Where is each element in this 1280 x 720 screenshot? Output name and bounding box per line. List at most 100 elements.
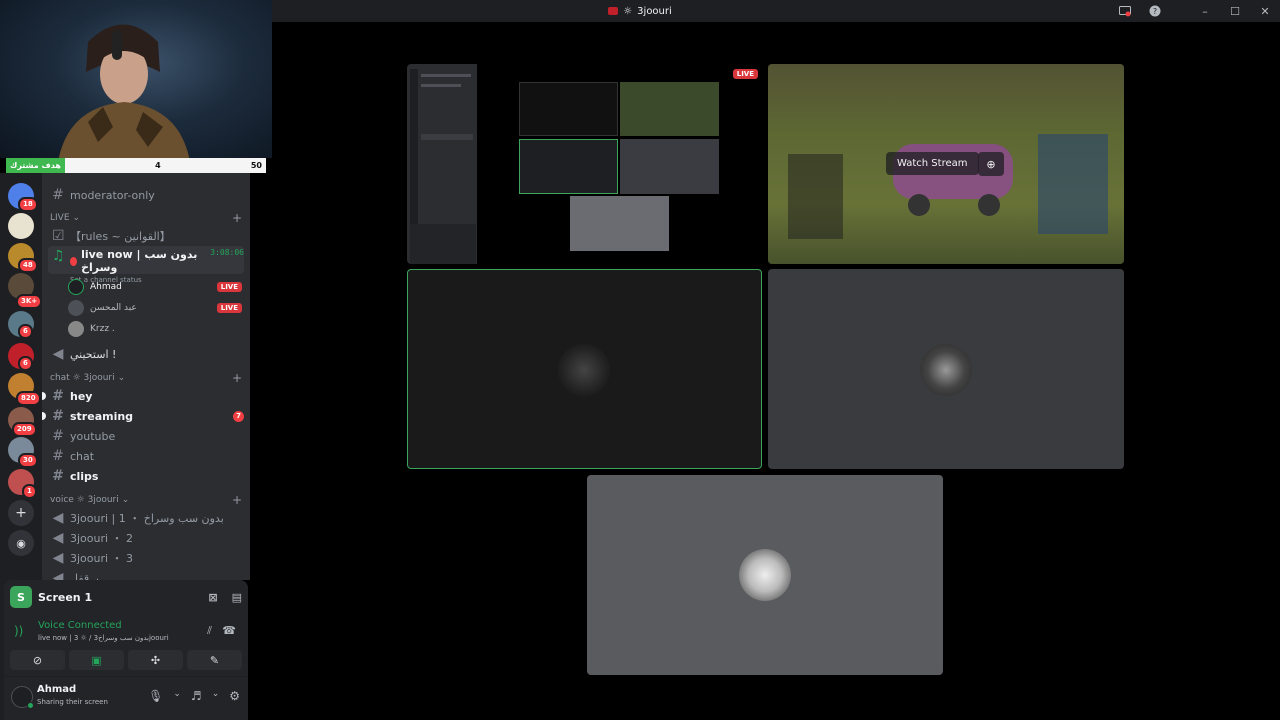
- server-icon[interactable]: [8, 213, 34, 239]
- channel-streaming[interactable]: # streaming 7: [48, 406, 244, 426]
- channel-list: # moderator-only LIVE ⌄ + ☑ 【rules ~ الق…: [42, 173, 250, 580]
- server-badge: 6: [18, 356, 33, 371]
- add-server-icon[interactable]: +: [8, 500, 34, 526]
- watch-stream-button[interactable]: Watch Stream: [886, 152, 979, 175]
- channel-name: 3joouri ・ 2: [70, 532, 134, 545]
- channel-hey[interactable]: # hey: [48, 386, 244, 406]
- stream-tile-other[interactable]: Watch Stream ⊕: [768, 64, 1124, 264]
- server-badge: 30: [18, 453, 38, 468]
- voice-channel[interactable]: ◀︎ 3joouri | 1 ・ بدون سب وسراخ: [48, 508, 244, 528]
- user-status: Sharing their screen: [37, 698, 108, 706]
- stream-settings-icon[interactable]: ▤: [232, 591, 242, 604]
- headphones-icon[interactable]: ♬: [191, 689, 202, 703]
- stop-stream-icon[interactable]: ⊠: [208, 591, 217, 604]
- channel-rules[interactable]: ☑ 【rules ~ القوانين】: [48, 226, 244, 246]
- category-chat[interactable]: chat ☼ 3joouri ⌄ +: [50, 371, 242, 385]
- add-channel-icon[interactable]: +: [232, 211, 242, 225]
- gear-icon: ☼: [623, 5, 633, 17]
- channel-moderator-only[interactable]: # moderator-only: [48, 185, 244, 205]
- maximize-icon[interactable]: ☐: [1220, 0, 1250, 22]
- user-panel: S Screen 1 ⊠ ▤ )) Voice Connected live n…: [4, 580, 248, 720]
- streamer-figure: [58, 24, 190, 158]
- chevron-down-icon: ⌄: [117, 373, 126, 383]
- speaker-icon: ◀︎: [52, 346, 64, 362]
- channel-youtube[interactable]: # youtube: [48, 426, 244, 446]
- hash-icon: #: [52, 187, 64, 203]
- voice-channel[interactable]: ◀︎ 3joouri ・ 3: [48, 548, 244, 568]
- voice-user[interactable]: عبد المحسن LIVE: [68, 299, 242, 317]
- minimize-icon[interactable]: –: [1190, 0, 1220, 22]
- voice-user[interactable]: Krzz .: [68, 320, 242, 338]
- voice-channel-label: live now | 3 ☼ / بدون سب وسراخ3joouri: [38, 634, 169, 642]
- channel-name: hey: [70, 389, 93, 403]
- speaker-icon: ◀︎: [52, 510, 64, 526]
- server-badge: 18: [18, 197, 38, 212]
- live-badge: LIVE: [732, 69, 758, 79]
- hash-icon: #: [52, 408, 64, 424]
- close-icon[interactable]: ✕: [1250, 0, 1280, 22]
- voice-channel-live[interactable]: ♫ live now | بدون سب وسراخ Set a channel…: [48, 246, 244, 284]
- user-name[interactable]: Ahmad: [37, 684, 76, 695]
- user-name: عبد المحسن: [90, 303, 137, 313]
- svg-text:?: ?: [1153, 7, 1157, 16]
- user-tile-3[interactable]: [587, 475, 943, 675]
- add-channel-icon[interactable]: +: [232, 493, 242, 507]
- category-voice[interactable]: voice ☼ 3joouri ⌄ +: [50, 493, 242, 507]
- soundboard-icon[interactable]: ✎: [187, 650, 242, 670]
- signal-icon[interactable]: )): [14, 624, 23, 638]
- noise-suppression-icon[interactable]: ⫽: [207, 624, 212, 638]
- server-badge: 1: [22, 484, 37, 499]
- screen-share-icon[interactable]: [1110, 0, 1140, 22]
- stream-tile-self[interactable]: LIVE: [407, 64, 762, 264]
- headphones-decor: [112, 30, 122, 60]
- activities-icon[interactable]: ✣: [128, 650, 183, 670]
- server-badge: 6: [18, 324, 33, 339]
- live-badge: LIVE: [216, 282, 242, 292]
- unread-indicator: [42, 392, 46, 400]
- chevron-down-icon[interactable]: ⌄: [212, 689, 220, 703]
- screen-label: Screen 1: [38, 590, 93, 604]
- speaker-icon: ◀︎: [52, 550, 64, 566]
- voice-channel[interactable]: ◀︎ 3joouri ・ 2: [48, 528, 244, 548]
- discover-icon[interactable]: ◉: [8, 530, 34, 556]
- user-tile-ahmad[interactable]: [407, 269, 762, 469]
- hash-icon: #: [52, 388, 64, 404]
- voice-status: )) Voice Connected live now | 3 ☼ / بدون…: [10, 618, 242, 648]
- goal-bar: هدف مشترك 4 50: [6, 158, 266, 173]
- add-channel-icon[interactable]: +: [232, 371, 242, 385]
- category-live[interactable]: LIVE ⌄ +: [50, 211, 242, 225]
- voice-user[interactable]: Ahmad LIVE: [68, 278, 242, 296]
- disconnect-icon[interactable]: ☎: [222, 624, 236, 637]
- avatar: [68, 279, 84, 295]
- popout-icon[interactable]: ⊕: [978, 152, 1004, 176]
- mention-badge: 7: [233, 410, 244, 422]
- channel-name: live now | بدون سب وسراخ: [81, 248, 198, 274]
- category-name: LIVE: [50, 213, 70, 223]
- server-badge: 820: [16, 391, 41, 406]
- settings-icon[interactable]: ⚙: [229, 689, 240, 703]
- camera-off-icon[interactable]: ⊘: [10, 650, 65, 670]
- channel-name: moderator-only: [70, 188, 155, 202]
- speaker-icon: ◀︎: [52, 570, 64, 580]
- hash-icon: #: [52, 428, 64, 444]
- voice-connected-label[interactable]: Voice Connected: [38, 620, 122, 631]
- hash-icon: #: [52, 468, 64, 484]
- chevron-down-icon[interactable]: ⌄: [173, 689, 181, 703]
- channel-name: youtube: [70, 429, 116, 443]
- voice-channel[interactable]: ◀︎ بـ قفل...: [48, 568, 244, 580]
- voice-channel-afk[interactable]: ◀︎ استحيني !: [48, 344, 244, 364]
- goal-target: 50: [250, 161, 262, 170]
- help-icon[interactable]: ?: [1140, 0, 1170, 22]
- screen-share-row: S Screen 1 ⊠ ▤: [10, 586, 242, 608]
- channel-clips[interactable]: # clips: [48, 466, 244, 486]
- window-title: ☼ 3joouri: [608, 6, 672, 17]
- window-title-text: 3joouri: [637, 5, 672, 17]
- user-name: Krzz .: [90, 324, 115, 334]
- microphone-icon[interactable]: 🎙︎: [148, 689, 163, 703]
- speaker-icon: ◀︎: [52, 530, 64, 546]
- share-screen-icon[interactable]: ▣: [69, 650, 124, 670]
- chevron-down-icon: ⌄: [121, 495, 130, 505]
- live-timer: 3:08:06: [210, 248, 244, 257]
- channel-chat[interactable]: # chat: [48, 446, 244, 466]
- user-tile-2[interactable]: [768, 269, 1124, 469]
